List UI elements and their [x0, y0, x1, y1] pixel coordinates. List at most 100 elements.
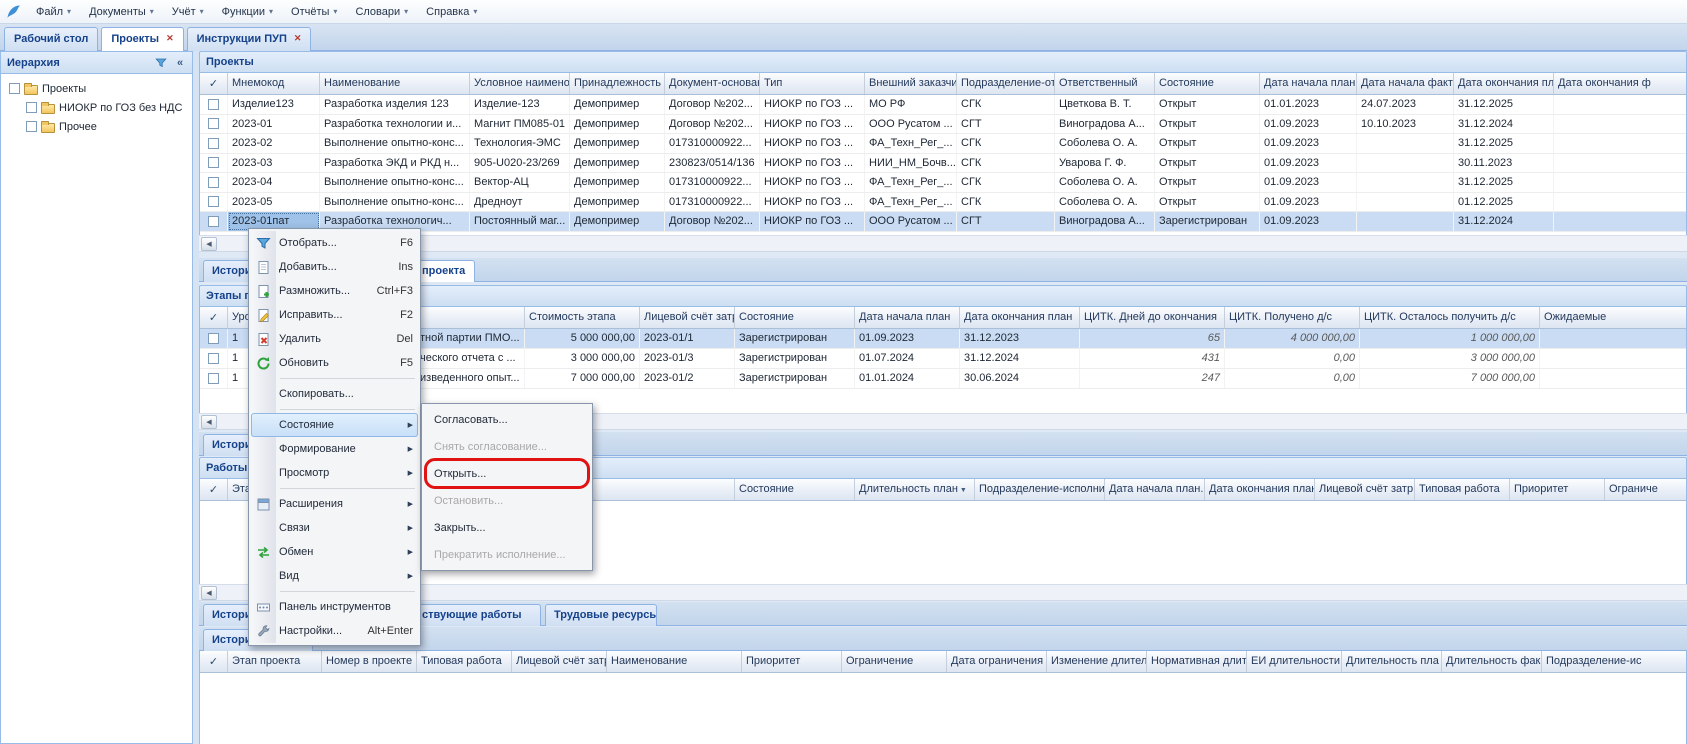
checkbox[interactable]: [208, 196, 219, 207]
menu-item[interactable]: Просмотр▶: [251, 461, 418, 485]
column-header[interactable]: Дата окончания план: [1205, 479, 1315, 500]
menubar-item[interactable]: Отчёты▾: [282, 0, 346, 23]
row-select-cell[interactable]: [200, 173, 228, 192]
checkbox[interactable]: [208, 99, 219, 110]
column-header[interactable]: Длительность план ▼: [855, 479, 975, 500]
workspace-tab[interactable]: Рабочий стол: [4, 27, 98, 51]
column-header[interactable]: Приоритет: [742, 651, 842, 672]
checkbox[interactable]: [208, 373, 219, 384]
menu-item[interactable]: Вид▶: [251, 564, 418, 588]
menu-item[interactable]: Открыть...: [424, 460, 590, 487]
menubar-item[interactable]: Функции▾: [213, 0, 282, 23]
menu-item[interactable]: Согласовать...: [424, 406, 590, 433]
checkbox[interactable]: [26, 121, 37, 132]
horizontal-scrollbar[interactable]: ◀: [199, 584, 1687, 601]
column-header[interactable]: Дата ограничения: [947, 651, 1047, 672]
close-icon[interactable]: ✕: [294, 33, 302, 51]
menu-item[interactable]: Состояние▶: [251, 413, 418, 437]
row-select-cell[interactable]: [200, 369, 228, 388]
select-all-column-header[interactable]: ✓: [200, 651, 228, 672]
table-row[interactable]: Изделие123Разработка изделия 123Изделие-…: [200, 95, 1686, 115]
checkbox[interactable]: [9, 83, 20, 94]
checkbox[interactable]: [208, 216, 219, 227]
column-header[interactable]: Дата окончания пл: [1454, 73, 1554, 94]
column-header[interactable]: Дата начала план.: [1260, 73, 1357, 94]
menubar-item[interactable]: Учёт▾: [163, 0, 213, 23]
table-row[interactable]: 1тной партии ПМО...5 000 000,002023-01/1…: [200, 329, 1686, 349]
column-header[interactable]: Состояние: [735, 307, 855, 328]
table-row[interactable]: 2023-04Выполнение опытно-конс...Вектор-А…: [200, 173, 1686, 193]
column-header[interactable]: Подразделение-от: [957, 73, 1055, 94]
menubar-item[interactable]: Справка▾: [417, 0, 486, 23]
menu-item[interactable]: ОбновитьF5: [251, 351, 418, 375]
workspace-tab[interactable]: Проекты✕: [101, 27, 183, 51]
column-header[interactable]: Этап проекта: [228, 651, 322, 672]
panel-tab[interactable]: Трудовые ресурсы: [545, 604, 657, 626]
tree-node[interactable]: НИОКР по ГОЗ без НДС: [3, 98, 192, 117]
column-header[interactable]: ЦИТК. Дней до окончания: [1080, 307, 1225, 328]
row-select-cell[interactable]: [200, 349, 228, 368]
table-row[interactable]: 2023-05Выполнение опытно-конс...Дредноут…: [200, 193, 1686, 213]
menu-item[interactable]: Расширения▶: [251, 492, 418, 516]
menu-item[interactable]: Добавить...Ins: [251, 255, 418, 279]
menu-item[interactable]: Размножить...Ctrl+F3: [251, 279, 418, 303]
panel-tab[interactable]: ствующие работы: [413, 604, 541, 626]
column-header[interactable]: Лицевой счёт затрат: [640, 307, 735, 328]
table-row[interactable]: 2023-01патРазработка технологич...Постоя…: [200, 212, 1686, 232]
checkbox[interactable]: [208, 333, 219, 344]
table-row[interactable]: 2023-03Разработка ЭКД и РКД н...905-U020…: [200, 154, 1686, 174]
column-header[interactable]: Подразделение-исполнитель..: [975, 479, 1105, 500]
menu-item[interactable]: Скопировать...: [251, 382, 418, 406]
menu-item[interactable]: УдалитьDel: [251, 327, 418, 351]
table-row[interactable]: 2023-01Разработка технологии и...Магнит …: [200, 115, 1686, 135]
horizontal-scrollbar[interactable]: ◀: [199, 235, 1687, 252]
column-header[interactable]: Типовая работа: [1415, 479, 1510, 500]
panel-tab[interactable]: проекта: [413, 260, 475, 282]
row-select-cell[interactable]: [200, 193, 228, 212]
row-select-cell[interactable]: [200, 115, 228, 134]
column-header[interactable]: ЕИ длительности: [1247, 651, 1342, 672]
column-header[interactable]: Ожидаемые: [1540, 307, 1687, 328]
column-header[interactable]: Наименование: [320, 73, 470, 94]
menubar-item[interactable]: Файл▾: [27, 0, 80, 23]
row-select-cell[interactable]: [200, 329, 228, 348]
column-header[interactable]: Внешний заказчик: [865, 73, 957, 94]
column-header[interactable]: Мнемокод: [228, 73, 320, 94]
column-header[interactable]: Дата окончания ф: [1554, 73, 1687, 94]
column-header[interactable]: Ограниче: [1605, 479, 1687, 500]
column-header[interactable]: Подразделение-ис: [1542, 651, 1687, 672]
column-header[interactable]: Состояние: [735, 479, 855, 500]
column-header[interactable]: Номер в проекте: [322, 651, 417, 672]
column-header[interactable]: Наименование: [607, 651, 742, 672]
menu-item[interactable]: Закрыть...: [424, 514, 590, 541]
column-header[interactable]: Дата окончания план: [960, 307, 1080, 328]
checkbox[interactable]: [208, 157, 219, 168]
menu-item[interactable]: Отобрать...F6: [251, 231, 418, 255]
row-select-cell[interactable]: [200, 95, 228, 114]
column-header[interactable]: Условное наименова: [470, 73, 570, 94]
row-select-cell[interactable]: [200, 154, 228, 173]
column-header[interactable]: Ответственный: [1055, 73, 1155, 94]
menu-item[interactable]: Связи▶: [251, 516, 418, 540]
select-all-column-header[interactable]: ✓: [200, 479, 228, 500]
column-header[interactable]: Длительность фак: [1442, 651, 1542, 672]
workspace-tab[interactable]: Инструкции ПУП✕: [187, 27, 312, 51]
scroll-left-icon[interactable]: ◀: [201, 586, 217, 600]
column-header[interactable]: Принадлежность: [570, 73, 665, 94]
column-header[interactable]: Лицевой счёт затр: [512, 651, 607, 672]
column-header[interactable]: Нормативная длит: [1147, 651, 1247, 672]
column-header[interactable]: Изменение длител: [1047, 651, 1147, 672]
row-select-cell[interactable]: [200, 134, 228, 153]
column-header[interactable]: Документ-основан: [665, 73, 760, 94]
menu-item[interactable]: Панель инструментов: [251, 595, 418, 619]
tree-node[interactable]: Прочее: [3, 117, 192, 136]
column-header[interactable]: Приоритет: [1510, 479, 1605, 500]
column-header[interactable]: Дата начала план.: [1105, 479, 1205, 500]
column-header[interactable]: ЦИТК. Осталось получить д/с: [1360, 307, 1540, 328]
checkbox[interactable]: [26, 102, 37, 113]
scroll-left-icon[interactable]: ◀: [201, 415, 217, 429]
menu-item[interactable]: Формирование▶: [251, 437, 418, 461]
menubar-item[interactable]: Документы▾: [80, 0, 163, 23]
table-row[interactable]: 1изведенного опыт...7 000 000,002023-01/…: [200, 369, 1686, 389]
select-all-column-header[interactable]: ✓: [200, 73, 228, 94]
